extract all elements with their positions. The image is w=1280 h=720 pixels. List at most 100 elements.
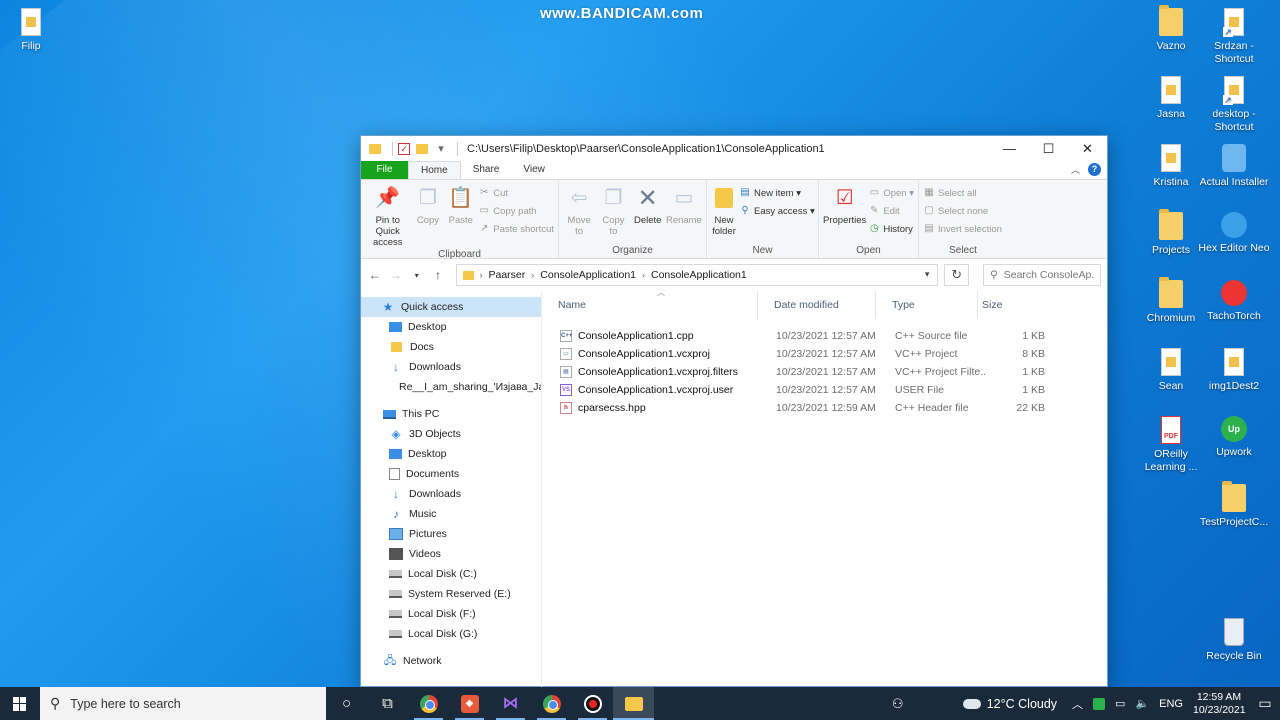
back-arrow-icon[interactable]: ←: [367, 268, 382, 282]
select-none-button[interactable]: ▢ Select none: [923, 204, 1002, 218]
desktop-icon-hex-editor-neo[interactable]: Hex Editor Neo: [1196, 212, 1272, 255]
start-button[interactable]: [0, 687, 40, 720]
desktop-icon-recycle-bin[interactable]: Recycle Bin: [1196, 618, 1272, 663]
file-row[interactable]: VS ConsoleApplication1.vcxproj.user 10/23…: [542, 381, 1107, 399]
easy-access-button[interactable]: ⚲ Easy access ▾: [739, 204, 814, 218]
nav-local-disk-g[interactable]: Local Disk (G:): [361, 624, 541, 644]
tab-view[interactable]: View: [511, 161, 557, 179]
nav-downloads[interactable]: ↓ Downloads: [361, 484, 541, 504]
nav-quick-access[interactable]: ★ Quick access: [361, 297, 541, 317]
weather-widget[interactable]: 12°C Cloudy: [953, 697, 1067, 711]
desktop-icon-filip[interactable]: Filip: [0, 8, 69, 53]
nav-network[interactable]: 🖧 Network: [361, 651, 541, 671]
nav-qa-re-sharing[interactable]: Re__I_am_sharing_'Изјава_Јасн: [361, 377, 541, 397]
column-type[interactable]: Type: [876, 291, 978, 319]
desktop-icon-upwork[interactable]: Up Upwork: [1196, 416, 1272, 459]
nav-system-reserved-e[interactable]: System Reserved (E:): [361, 584, 541, 604]
column-date-modified[interactable]: Date modified: [758, 291, 876, 319]
file-row[interactable]: h cparsecss.hpp 10/23/2021 12:59 AM C++ H…: [542, 399, 1107, 417]
copy-path-button[interactable]: ▭ Copy path: [478, 204, 554, 218]
desktop-icon-tachotorch[interactable]: TachoTorch: [1196, 280, 1272, 323]
history-button[interactable]: ◷ History: [868, 222, 914, 236]
nav-qa-docs[interactable]: Docs: [361, 337, 541, 357]
file-row[interactable]: ▭ ConsoleApplication1.vcxproj 10/23/2021 …: [542, 345, 1107, 363]
select-all-button[interactable]: ▦ Select all: [923, 186, 1002, 200]
nav-documents[interactable]: Documents: [361, 464, 541, 484]
desktop-icon-srdzan-shortcut[interactable]: Srdzan - Shortcut: [1196, 8, 1272, 66]
nav-this-pc[interactable]: This PC: [361, 404, 541, 424]
invert-selection-button[interactable]: ▤ Invert selection: [923, 222, 1002, 236]
customize-quick-access-icon[interactable]: ▾: [434, 142, 448, 156]
help-icon[interactable]: ?: [1088, 163, 1101, 176]
security-tray-icon[interactable]: [1088, 697, 1110, 710]
taskbar-search[interactable]: ⚲: [40, 687, 326, 720]
edit-button[interactable]: ✎ Edit: [868, 204, 914, 218]
nav-videos[interactable]: Videos: [361, 544, 541, 564]
title-bar[interactable]: ✓ ▾ C:\Users\Filip\Desktop\Paarser\Conso…: [361, 136, 1107, 161]
copy-to-button[interactable]: ❐ Copy to: [597, 184, 629, 244]
paste-button[interactable]: 📋 Paste: [445, 184, 476, 248]
cortana-button[interactable]: ○: [326, 687, 367, 720]
desktop-icon-desktop-shortcut[interactable]: desktop - Shortcut: [1196, 76, 1272, 134]
nav-local-disk-c[interactable]: Local Disk (C:): [361, 564, 541, 584]
search-input[interactable]: [1003, 269, 1094, 281]
nav-qa-downloads[interactable]: ↓ Downloads: [361, 357, 541, 377]
properties-quick-icon[interactable]: ✓: [398, 142, 410, 155]
address-bar[interactable]: › Paarser › ConsoleApplication1 › Consol…: [455, 264, 939, 286]
desktop-icon-actual-installer[interactable]: Actual Installer: [1196, 144, 1272, 189]
close-button[interactable]: ✕: [1068, 136, 1107, 161]
delete-button[interactable]: ✕ Delete: [632, 184, 664, 244]
refresh-button[interactable]: ↻: [944, 264, 970, 286]
maximize-button[interactable]: ☐: [1029, 136, 1068, 161]
move-to-button[interactable]: ⇦ Move to: [563, 184, 595, 244]
breadcrumb-consoleapplication1-parent[interactable]: ConsoleApplication1: [540, 269, 636, 281]
tab-home[interactable]: Home: [408, 161, 461, 179]
search-box[interactable]: ⚲: [983, 264, 1102, 286]
open-button[interactable]: ▭ Open ▾: [868, 186, 914, 200]
people-icon[interactable]: ⚇: [873, 696, 923, 712]
column-size[interactable]: Size: [978, 291, 1038, 319]
breadcrumb-consoleapplication1[interactable]: ConsoleApplication1: [651, 269, 747, 281]
cut-button[interactable]: ✂ Cut: [478, 186, 554, 200]
nav-3d-objects[interactable]: ◈ 3D Objects: [361, 424, 541, 444]
recent-locations-chevron-icon[interactable]: ▾: [409, 271, 424, 280]
clock[interactable]: 12:59 AM 10/23/2021: [1188, 691, 1250, 717]
tab-file[interactable]: File: [361, 161, 408, 179]
file-row[interactable]: C++ ConsoleApplication1.cpp 10/23/2021 12…: [542, 327, 1107, 345]
task-view-button[interactable]: ⧉: [367, 687, 408, 720]
taskbar-red-app[interactable]: ◆: [449, 687, 490, 720]
desktop-icon-img1dest2[interactable]: img1Dest2: [1196, 348, 1272, 393]
nav-pictures[interactable]: Pictures: [361, 524, 541, 544]
up-arrow-icon[interactable]: ↑: [430, 268, 445, 282]
taskbar-file-explorer[interactable]: [613, 687, 654, 720]
tab-share[interactable]: Share: [461, 161, 512, 179]
nav-qa-desktop[interactable]: Desktop: [361, 317, 541, 337]
desktop-icon-testproject[interactable]: TestProjectC...: [1196, 481, 1272, 529]
show-hidden-icons-icon[interactable]: ︿: [1067, 696, 1088, 712]
collapse-ribbon-icon[interactable]: ︿: [1071, 163, 1080, 176]
breadcrumb-chevron-icon[interactable]: ›: [642, 270, 645, 280]
column-name[interactable]: Name: [542, 291, 758, 319]
notification-icon[interactable]: ▭: [1250, 695, 1280, 712]
properties-button[interactable]: ☑ Properties: [823, 184, 866, 244]
taskbar-chrome[interactable]: [408, 687, 449, 720]
new-item-button[interactable]: ▤ New item ▾: [739, 186, 815, 200]
new-folder-button[interactable]: New folder: [711, 184, 737, 244]
forward-arrow-icon[interactable]: →: [388, 268, 403, 282]
volume-icon[interactable]: 🔈: [1130, 697, 1154, 710]
paste-shortcut-button[interactable]: ↗ Paste shortcut: [478, 222, 554, 236]
network-tray-icon[interactable]: ▭: [1110, 697, 1130, 710]
minimize-button[interactable]: —: [990, 136, 1029, 161]
taskbar-chrome-2[interactable]: [531, 687, 572, 720]
nav-local-disk-f[interactable]: Local Disk (F:): [361, 604, 541, 624]
rename-button[interactable]: ▭ Rename: [666, 184, 702, 244]
taskbar-search-input[interactable]: [70, 696, 291, 711]
pin-to-quick-access-button[interactable]: 📌 Pin to Quick access: [365, 184, 410, 249]
breadcrumb-paarser[interactable]: Paarser: [489, 269, 526, 281]
language-indicator[interactable]: ENG: [1154, 698, 1188, 710]
address-dropdown-icon[interactable]: ▾: [925, 269, 930, 280]
taskbar-visual-studio[interactable]: ⋈: [490, 687, 531, 720]
new-folder-quick-icon[interactable]: [416, 143, 428, 154]
nav-desktop[interactable]: Desktop: [361, 444, 541, 464]
breadcrumb-chevron-icon[interactable]: ›: [531, 270, 534, 280]
